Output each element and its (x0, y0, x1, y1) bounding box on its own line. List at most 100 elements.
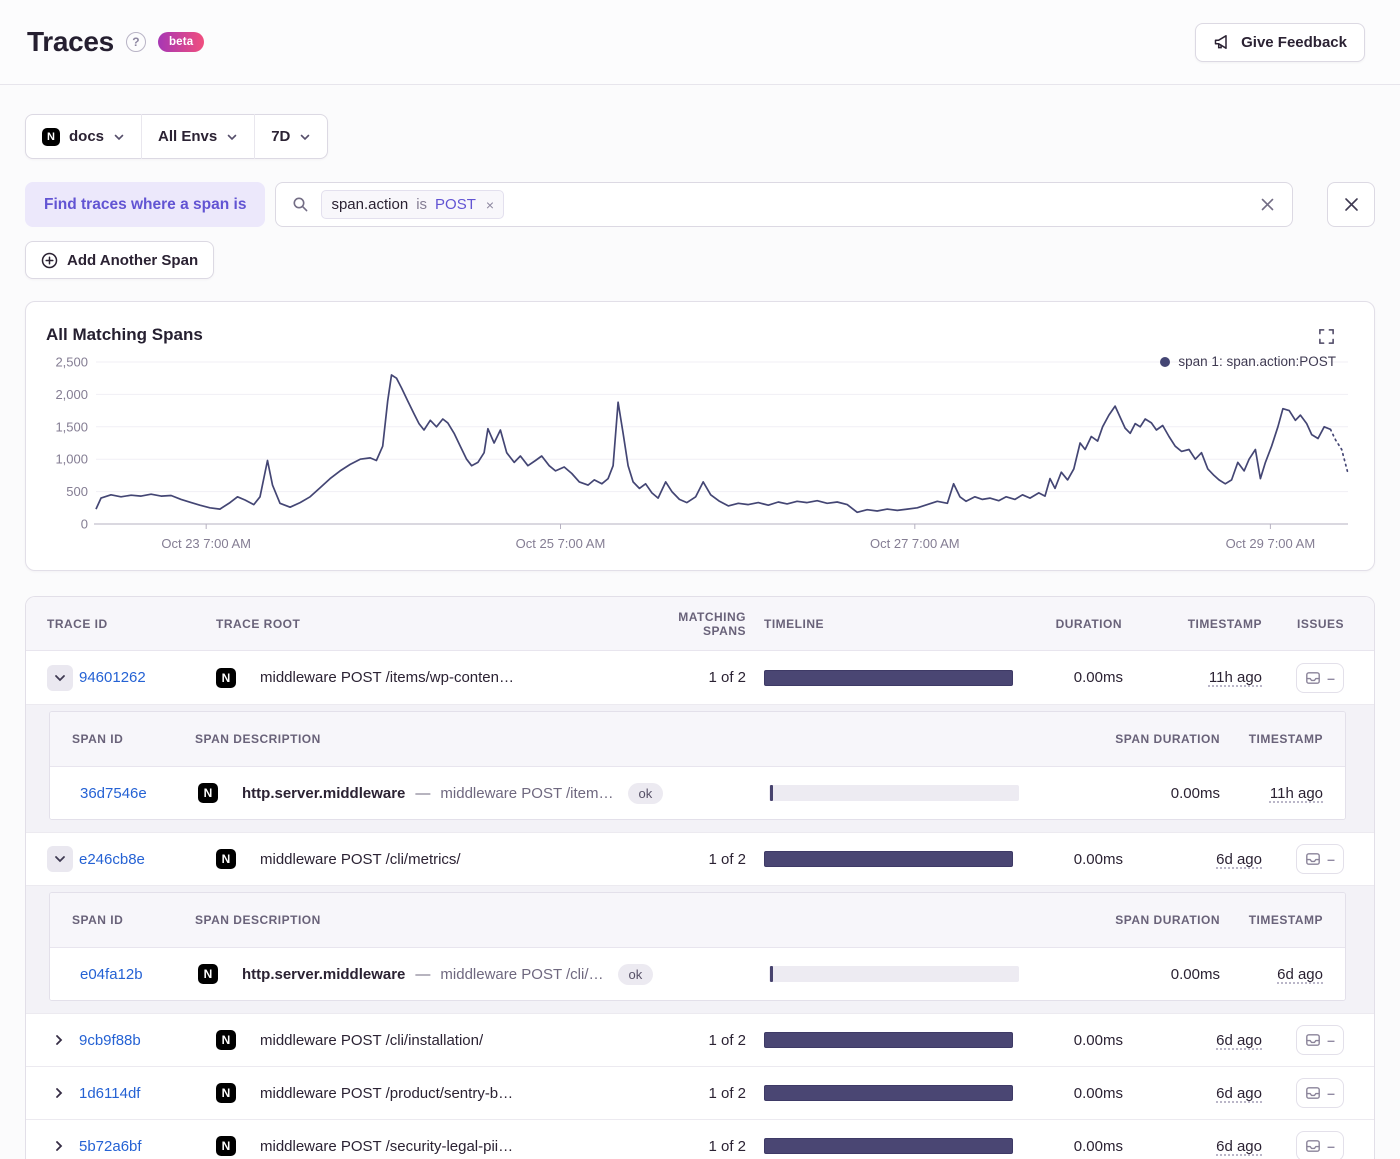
chart-legend[interactable]: span 1: span.action:POST (1160, 354, 1336, 369)
matching-spans-count: 1 of 2 (708, 1137, 746, 1155)
span-timestamp-value[interactable]: 11h ago (1270, 785, 1323, 802)
nextjs-platform-icon: N (216, 1083, 236, 1103)
nextjs-platform-icon: N (198, 964, 218, 984)
issues-count: – (1327, 1085, 1335, 1101)
matching-spans-count: 1 of 2 (708, 1031, 746, 1049)
svg-text:1,500: 1,500 (55, 419, 88, 434)
issues-inbox-icon (1305, 1032, 1321, 1048)
legend-dot (1160, 356, 1171, 367)
delete-span-filter-button[interactable] (1327, 182, 1375, 227)
span-row: e04fa12b N http.server.middleware — midd… (50, 948, 1345, 1000)
trace-root-label: middleware POST /cli/metrics/ (260, 850, 461, 868)
issues-button[interactable]: – (1296, 1078, 1344, 1108)
help-icon[interactable]: ? (125, 32, 146, 52)
span-timeline-bar[interactable] (769, 785, 1019, 801)
span-search-input[interactable]: span.action is POST × (275, 182, 1293, 227)
timeline-bar[interactable] (764, 669, 1013, 686)
issues-count: – (1327, 1138, 1335, 1154)
span-timeline-bar[interactable] (769, 966, 1019, 982)
all-matching-spans-chart: 0 500 1,000 1,500 2,000 2,500 Oct 23 7:00 AM Oc… (25, 301, 1375, 571)
timestamp-value[interactable]: 11h ago (1209, 669, 1262, 686)
span-timeline-tick (770, 966, 773, 982)
span-status-badge: ok (617, 963, 654, 985)
span-condition-label: Find traces where a span is (25, 182, 266, 227)
page-filter-bar: N docs All Envs 7D (25, 114, 329, 159)
issues-button[interactable]: – (1296, 1025, 1344, 1055)
issues-button[interactable]: – (1296, 1131, 1344, 1159)
duration-value: 0.00ms (1073, 1084, 1123, 1102)
chevron-down-icon (227, 134, 237, 140)
issues-button[interactable]: – (1296, 662, 1344, 693)
span-row: 36d7546e N http.server.middleware — midd… (50, 767, 1345, 819)
trace-id-link[interactable]: e246cb8e (79, 851, 145, 868)
svg-text:2,500: 2,500 (55, 355, 88, 370)
project-filter[interactable]: N docs (26, 127, 141, 146)
issues-inbox-icon (1305, 1138, 1321, 1154)
spans-table-header: SPAN ID SPAN DESCRIPTION SPAN DURATION T… (50, 893, 1345, 948)
col-matching-spans: MATCHING SPANS (678, 609, 746, 638)
spans-line-chart: 0 500 1,000 1,500 2,000 2,500 Oct 23 7:00 AM Oc… (55, 355, 1349, 551)
svg-text:Oct 27 7:00 AM: Oct 27 7:00 AM (870, 536, 960, 551)
span-id-link[interactable]: 36d7546e (80, 785, 147, 802)
issues-count: – (1327, 669, 1335, 686)
col-span-timestamp: TIMESTAMP (1248, 732, 1323, 746)
span-id-link[interactable]: e04fa12b (80, 966, 143, 983)
remove-token-icon[interactable]: × (484, 197, 494, 213)
nextjs-platform-icon: N (216, 1136, 236, 1156)
chart-title: All Matching Spans (46, 325, 203, 344)
date-range-filter[interactable]: 7D (255, 128, 327, 145)
span-op-label: http.server.middleware (242, 784, 406, 802)
add-another-span-button[interactable]: Add Another Span (25, 241, 215, 279)
collapse-trace-icon[interactable] (47, 664, 73, 691)
col-trace-root: TRACE ROOT (216, 616, 301, 631)
trace-row: 94601262 N middleware POST /items/wp-con… (26, 651, 1374, 704)
expand-trace-icon[interactable] (52, 1086, 66, 1100)
issues-button[interactable]: – (1296, 844, 1344, 874)
clear-search-icon[interactable] (1259, 196, 1276, 213)
expand-trace-icon[interactable] (52, 1033, 66, 1047)
matching-spans-count: 1 of 2 (708, 669, 746, 686)
environment-filter[interactable]: All Envs (142, 128, 254, 145)
issues-inbox-icon (1305, 1085, 1321, 1101)
svg-text:1,000: 1,000 (55, 452, 88, 467)
span-timestamp-value[interactable]: 6d ago (1277, 966, 1323, 983)
chevron-down-icon (301, 134, 310, 140)
trace-spans-panel: SPAN ID SPAN DESCRIPTION SPAN DURATION T… (26, 704, 1374, 832)
collapse-trace-icon[interactable] (47, 846, 73, 872)
svg-text:2,000: 2,000 (55, 387, 88, 402)
trace-id-link[interactable]: 5b72a6bf (79, 1138, 142, 1155)
trace-row: 1d6114df N middleware POST /product/sent… (26, 1066, 1374, 1119)
nextjs-platform-icon: N (42, 127, 60, 146)
timeline-bar[interactable] (764, 1085, 1013, 1101)
token-value: POST (435, 196, 476, 213)
separator: — (415, 784, 431, 802)
trace-root-label: middleware POST /items/wp-conten… (260, 669, 514, 686)
col-span-duration: SPAN DURATION (1115, 913, 1220, 927)
trace-id-link[interactable]: 9cb9f88b (79, 1032, 141, 1049)
give-feedback-button[interactable]: Give Feedback (1195, 22, 1365, 62)
trace-root-label: middleware POST /product/sentry-b… (260, 1084, 514, 1102)
separator: — (415, 965, 431, 983)
trace-id-link[interactable]: 1d6114df (79, 1085, 140, 1102)
nextjs-platform-icon: N (216, 667, 236, 688)
timestamp-value[interactable]: 6d ago (1216, 1085, 1262, 1102)
timestamp-value[interactable]: 6d ago (1216, 1138, 1262, 1155)
timestamp-value[interactable]: 6d ago (1216, 1032, 1262, 1049)
trace-id-link[interactable]: 94601262 (79, 669, 146, 686)
issues-count: – (1327, 851, 1335, 867)
timeline-bar[interactable] (764, 1032, 1013, 1048)
span-description-label: middleware POST /cli/… (440, 965, 604, 983)
expand-trace-icon[interactable] (52, 1139, 66, 1153)
fullscreen-icon[interactable] (1318, 328, 1335, 348)
filter-token[interactable]: span.action is POST × (321, 190, 505, 219)
svg-text:Oct 29 7:00 AM: Oct 29 7:00 AM (1226, 536, 1316, 551)
issues-inbox-icon (1305, 670, 1321, 686)
trace-row: 5b72a6bf N middleware POST /security-leg… (26, 1119, 1374, 1159)
col-issues: ISSUES (1296, 616, 1344, 631)
timeline-bar[interactable] (764, 1138, 1013, 1154)
timestamp-value[interactable]: 6d ago (1216, 851, 1262, 868)
nextjs-platform-icon: N (216, 849, 236, 869)
duration-value: 0.00ms (1073, 669, 1123, 686)
timeline-bar[interactable] (764, 851, 1013, 867)
duration-value: 0.00ms (1073, 1031, 1123, 1049)
